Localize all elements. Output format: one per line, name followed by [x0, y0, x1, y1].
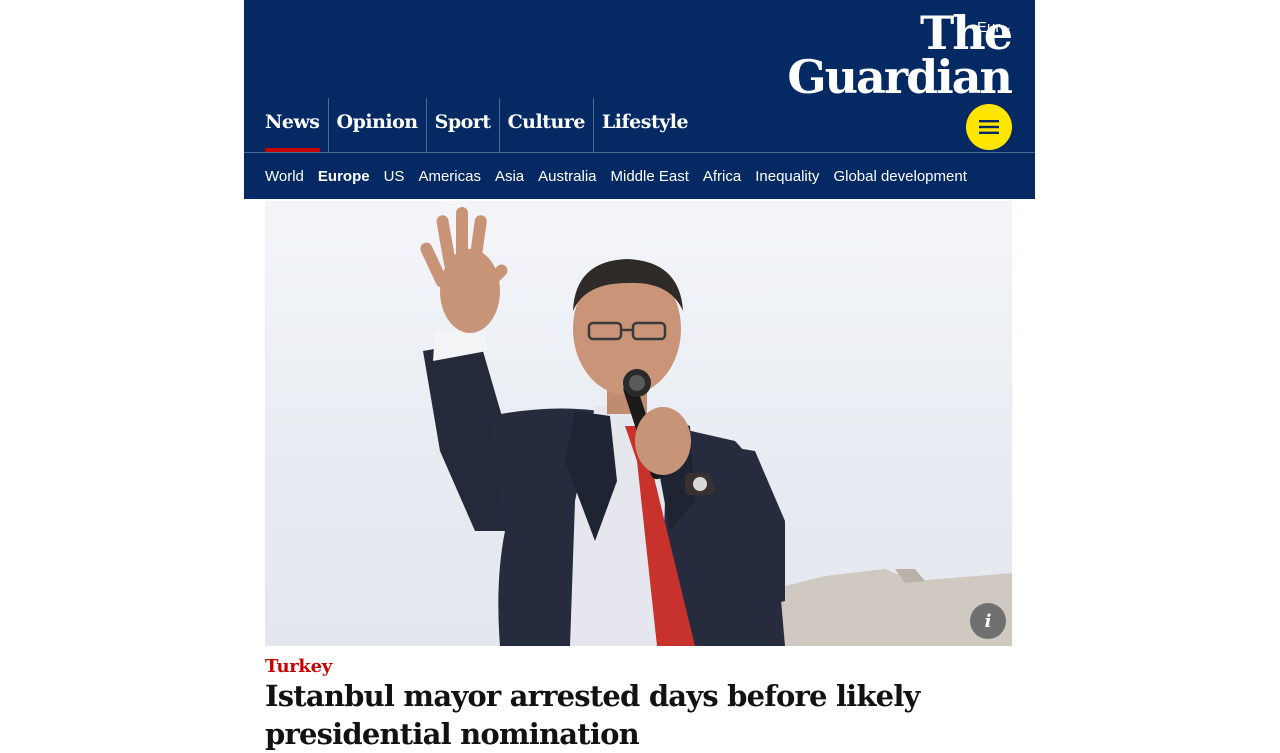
logo-line-2: Guardian — [787, 49, 1013, 104]
subnav-item-australia[interactable]: Australia — [538, 168, 596, 185]
subnav-item-asia[interactable]: Asia — [495, 168, 524, 185]
pillar-sport[interactable]: Sport — [425, 98, 499, 152]
subnav-item-global-development[interactable]: Global development — [833, 168, 966, 185]
pillar-news[interactable]: News — [244, 98, 328, 152]
subnav-item-inequality[interactable]: Inequality — [755, 168, 819, 185]
page: Eur ⌄ The Guardian News Opinion Sport Cul… — [244, 0, 1035, 752]
guardian-logo[interactable]: The Guardian — [787, 10, 1013, 104]
subnav: World Europe US Americas Asia Australia … — [244, 152, 1035, 199]
hero-photo-illustration — [420, 207, 1012, 646]
menu-button[interactable] — [966, 104, 1012, 150]
article-headline[interactable]: Istanbul mayor arrested days before like… — [265, 677, 965, 753]
subnav-item-americas[interactable]: Americas — [418, 168, 481, 185]
subnav-item-africa[interactable]: Africa — [703, 168, 741, 185]
pillar-opinion[interactable]: Opinion — [327, 98, 426, 152]
pillar-lifestyle[interactable]: Lifestyle — [592, 98, 696, 152]
hamburger-icon — [979, 120, 999, 134]
info-icon[interactable]: i — [970, 603, 1006, 639]
hero-image[interactable]: i — [265, 201, 1012, 646]
subnav-item-middle-east[interactable]: Middle East — [611, 168, 689, 185]
pillar-nav: News Opinion Sport Culture Lifestyle — [244, 98, 1035, 152]
subnav-item-world[interactable]: World — [265, 168, 304, 185]
subnav-item-us[interactable]: US — [384, 168, 405, 185]
masthead: Eur ⌄ The Guardian News Opinion Sport Cul… — [244, 0, 1035, 199]
pillar-culture[interactable]: Culture — [498, 98, 593, 152]
article-kicker[interactable]: Turkey — [265, 656, 332, 677]
subnav-item-europe[interactable]: Europe — [318, 168, 370, 185]
